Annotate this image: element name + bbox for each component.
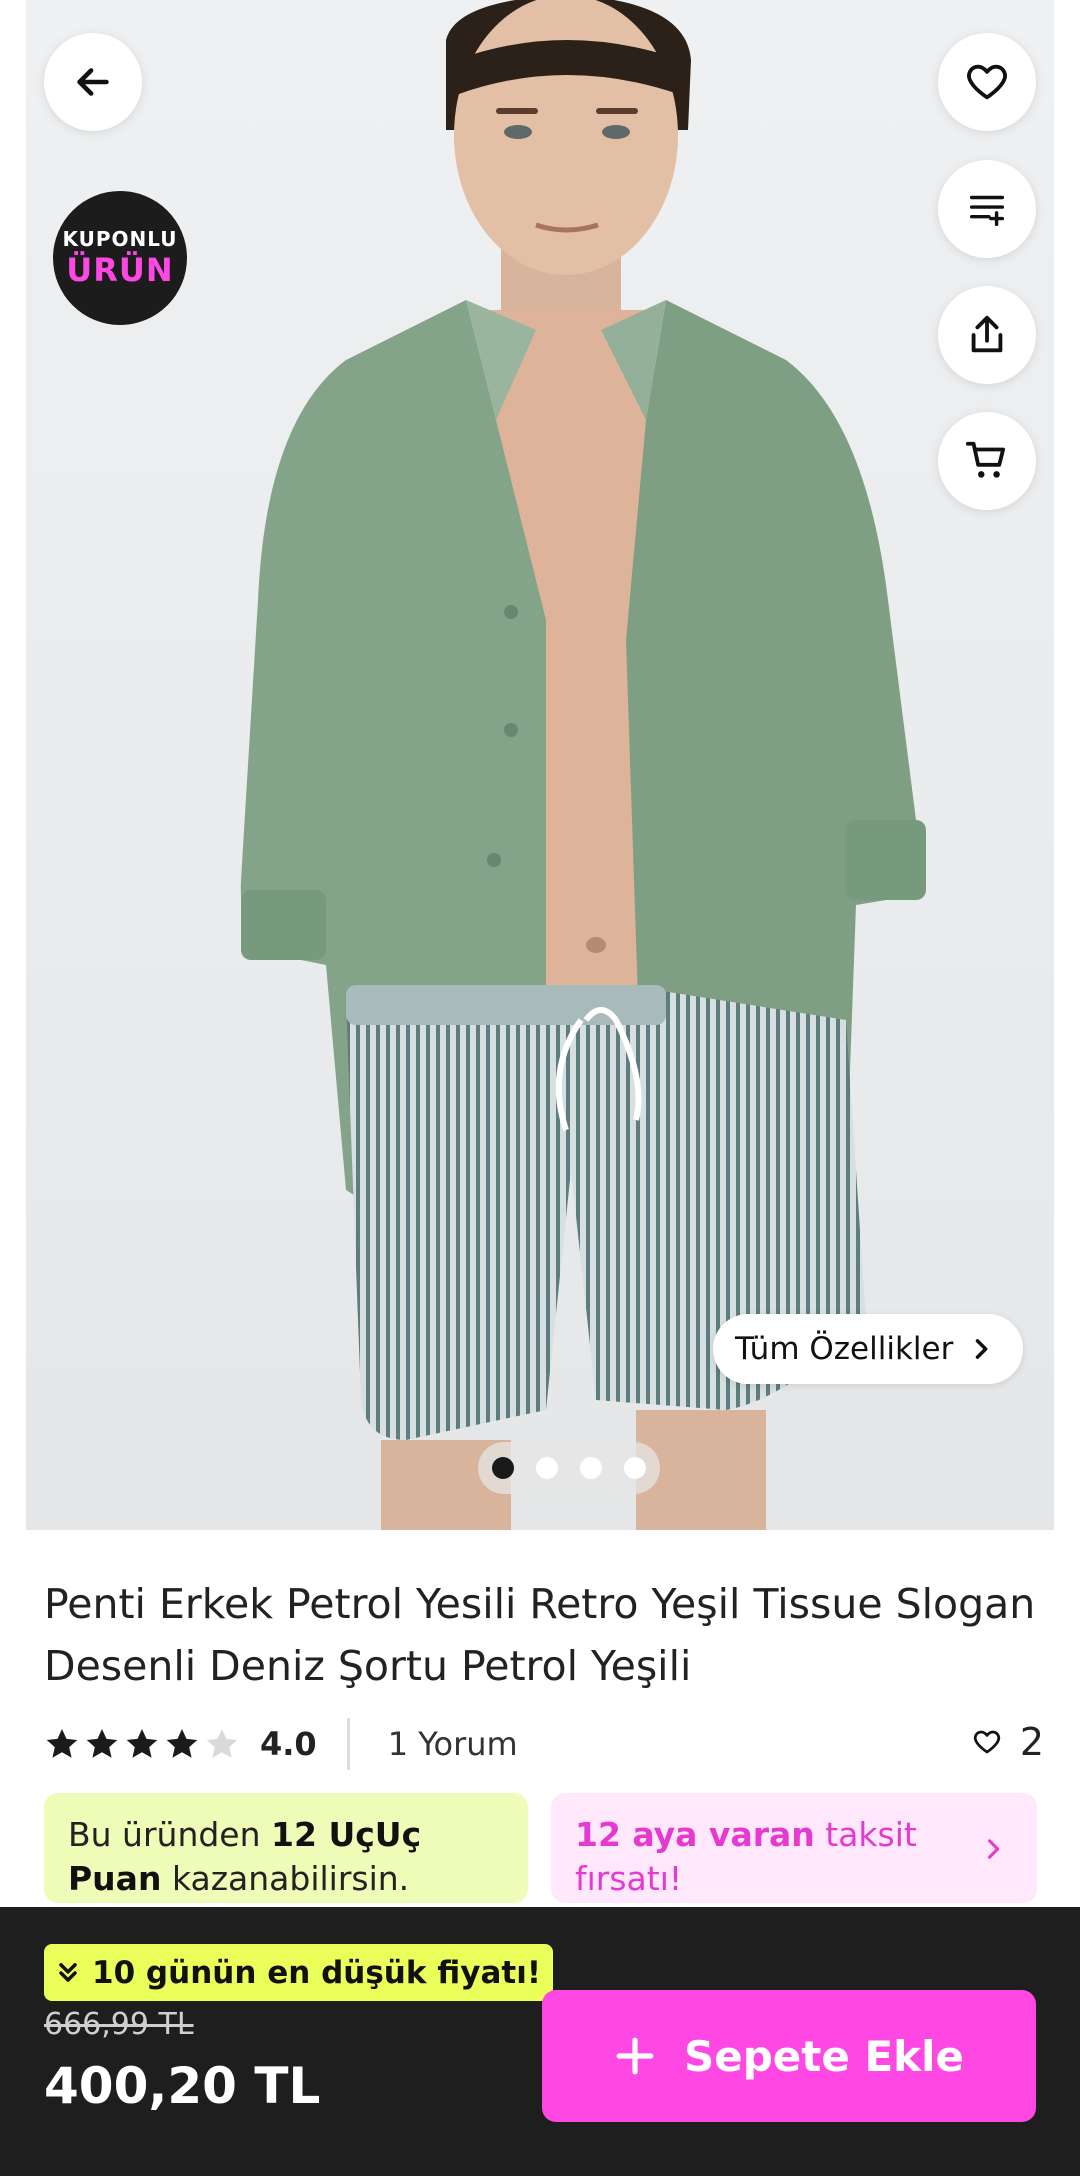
coupon-badge-line1: KUPONLU <box>62 227 178 251</box>
double-chevron-down-icon <box>59 1962 77 1982</box>
coupon-badge: KUPONLU ÜRÜN <box>53 191 187 325</box>
gallery-pagination[interactable] <box>478 1442 660 1494</box>
rating-row: 4.0 1 Yorum 2 <box>44 1716 1044 1772</box>
reviews-link[interactable]: 1 Yorum <box>388 1725 518 1763</box>
star-filled-icon <box>126 1729 158 1758</box>
add-to-cart-button[interactable]: Sepete Ekle <box>542 1990 1036 2122</box>
heart-icon <box>967 64 1007 100</box>
old-price: 666,99 TL <box>44 2007 194 2042</box>
chevron-right-icon <box>976 1339 988 1359</box>
points-suffix: kazanabilirsin. <box>171 1859 410 1898</box>
back-button[interactable] <box>44 33 142 131</box>
star-filled-icon <box>86 1729 118 1758</box>
gallery-dot[interactable] <box>624 1457 646 1479</box>
add-to-list-button[interactable] <box>938 160 1036 258</box>
coupon-badge-line2: ÜRÜN <box>66 251 174 289</box>
cart-icon <box>965 441 1006 478</box>
favorite-count-value: 2 <box>1019 1720 1044 1764</box>
list-add-icon <box>969 195 1005 227</box>
product-title: Penti Erkek Petrol Yesili Retro Yeşil Ti… <box>44 1580 1036 1690</box>
installment-card[interactable]: 12 aya varan taksit fırsatı! <box>551 1793 1037 1903</box>
rating-stars[interactable] <box>44 1726 240 1762</box>
favorite-count: 2 <box>972 1720 1044 1764</box>
gallery-dot[interactable] <box>492 1457 514 1479</box>
gallery-dot[interactable] <box>580 1457 602 1479</box>
star-filled-icon <box>46 1729 78 1758</box>
share-button[interactable] <box>938 286 1036 384</box>
points-prefix: Bu üründen <box>68 1815 261 1854</box>
rating-value: 4.0 <box>260 1725 317 1763</box>
arrow-left-icon <box>77 68 109 96</box>
star-empty-icon <box>206 1729 238 1758</box>
lowest-price-badge: 10 günün en düşük fiyatı! <box>44 1944 553 2001</box>
all-features-label: Tüm Özellikler <box>735 1331 954 1367</box>
current-price: 400,20 TL <box>44 2057 321 2115</box>
plus-icon <box>616 2037 654 2075</box>
cart-button[interactable] <box>938 412 1036 510</box>
chevron-right-icon <box>987 1839 1000 1859</box>
heart-icon <box>973 1730 1000 1754</box>
points-card[interactable]: Bu üründen 12 UçUç Puan kazanabilirsin. <box>44 1793 528 1903</box>
gallery-dot[interactable] <box>536 1457 558 1479</box>
bottom-purchase-bar: 10 günün en düşük fiyatı! 666,99 TL 400,… <box>0 1907 1080 2176</box>
all-features-button[interactable]: Tüm Özellikler <box>713 1314 1024 1384</box>
divider <box>346 1718 350 1770</box>
favorite-button[interactable] <box>938 33 1036 131</box>
star-filled-icon <box>166 1729 198 1758</box>
add-to-cart-label: Sepete Ekle <box>684 2031 964 2081</box>
installment-highlight: 12 aya varan <box>575 1815 815 1854</box>
lowest-price-label: 10 günün en düşük fiyatı! <box>92 1954 541 1991</box>
share-icon <box>971 315 1003 353</box>
